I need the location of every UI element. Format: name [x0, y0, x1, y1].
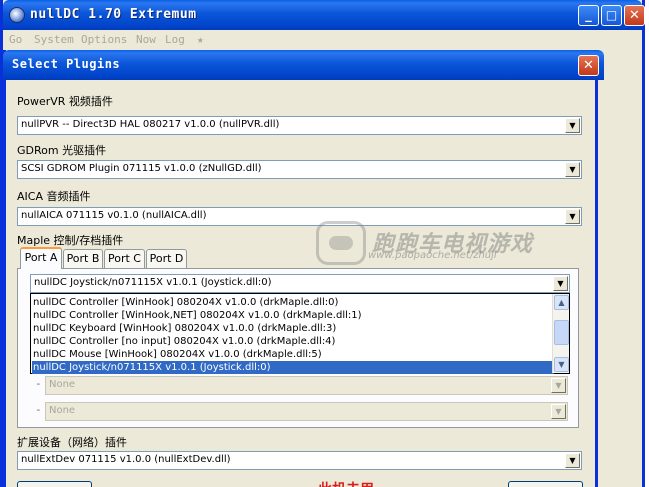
list-item-selected[interactable]: nullDC Joystick/n071115X v1.0.1 (Joystic…	[32, 361, 554, 374]
sub-slot-1-value: None	[49, 379, 76, 390]
close-button[interactable]: ✕	[624, 5, 645, 26]
pvr-select[interactable]: nullPVR -- Direct3D HAL 080217 v1.0.0 (n…	[17, 116, 582, 135]
maple-dropdown-list[interactable]: nullDC Controller [WinHook] 080204X v1.0…	[30, 293, 570, 374]
maple-label: Maple 控制/存档插件	[17, 234, 124, 247]
extdev-select[interactable]: nullExtDev 071115 v1.0.0 (nullExtDev.dll…	[17, 451, 582, 470]
watermark-site-url: www.paopaoche.net/zhuji	[368, 250, 497, 261]
aica-value: nullAICA 071115 v0.1.0 (nullAICA.dll)	[21, 210, 207, 221]
list-item[interactable]: nullDC Controller [WinHook] 080204X v1.0…	[32, 296, 554, 309]
tree-connector: -	[35, 377, 42, 390]
chevron-down-icon[interactable]: ▼	[553, 276, 568, 291]
maximize-button[interactable]: □	[601, 5, 622, 26]
sub-slot-2-value: None	[49, 405, 76, 416]
list-item[interactable]: nullDC Keyboard [WinHook] 080204X v1.0.0…	[32, 322, 554, 335]
tab-port-d[interactable]: Port D	[146, 249, 187, 269]
tab-port-c[interactable]: Port C	[104, 249, 145, 269]
tab-port-b[interactable]: Port B	[63, 249, 103, 269]
app-icon	[9, 7, 25, 23]
tree-connector: -	[35, 403, 42, 416]
chevron-down-icon[interactable]: ▼	[565, 453, 580, 468]
chevron-down-icon[interactable]: ▼	[565, 162, 580, 177]
gdrom-select[interactable]: SCSI GDROM Plugin 071115 v1.0.0 (zNullGD…	[17, 160, 582, 179]
list-item[interactable]: nullDC Controller [no input] 080204X v1.…	[32, 335, 554, 348]
ok-button[interactable]	[17, 481, 92, 487]
dialog-titlebar[interactable]: Select Plugins ✕	[3, 50, 604, 80]
scroll-up-icon[interactable]: ▲	[554, 295, 569, 310]
aica-label: AICA 音频插件	[17, 190, 91, 203]
watermark-logo-icon	[316, 221, 366, 265]
menu-log[interactable]: Log	[165, 33, 185, 46]
tab-port-a[interactable]: Port A	[20, 247, 62, 269]
list-item[interactable]: nullDC Controller [WinHook,NET] 080204X …	[32, 309, 554, 322]
minimize-button[interactable]: _	[578, 5, 599, 26]
dialog-title: Select Plugins	[12, 57, 121, 71]
note-text: 此机未用	[318, 479, 374, 487]
app-title: nullDC 1.70 Extremum	[30, 7, 197, 22]
maple-port-value: nullDC Joystick/n071115X v1.0.1 (Joystic…	[34, 277, 272, 288]
cancel-button[interactable]	[508, 481, 583, 487]
maple-port-select[interactable]: nullDC Joystick/n071115X v1.0.1 (Joystic…	[30, 274, 570, 293]
pvr-value: nullPVR -- Direct3D HAL 080217 v1.0.0 (n…	[21, 119, 280, 130]
list-item[interactable]: nullDC Mouse [WinHook] 080204X v1.0.0 (d…	[32, 348, 554, 361]
app-titlebar[interactable]: nullDC 1.70 Extremum _ □ ✕	[3, 0, 645, 30]
menu-now[interactable]: Now	[136, 33, 156, 46]
gdrom-value: SCSI GDROM Plugin 071115 v1.0.0 (zNullGD…	[21, 163, 262, 174]
menu-bar: Go System Options Now Log ★	[3, 30, 642, 49]
chevron-down-icon[interactable]: ▼	[565, 118, 580, 133]
sub-slot-1-select: None ▼	[45, 376, 568, 395]
scrollbar-thumb[interactable]	[554, 320, 569, 345]
extdev-value: nullExtDev 071115 v1.0.0 (nullExtDev.dll…	[21, 454, 231, 465]
menu-system[interactable]: System	[34, 33, 74, 46]
menu-go[interactable]: Go	[9, 33, 22, 46]
chevron-down-icon: ▼	[551, 378, 566, 393]
pvr-label: PowerVR 视频插件	[17, 95, 113, 108]
chevron-down-icon[interactable]: ▼	[565, 209, 580, 224]
chevron-down-icon: ▼	[551, 404, 566, 419]
dropdown-scrollbar[interactable]: ▲ ▼	[552, 294, 569, 373]
aica-select[interactable]: nullAICA 071115 v0.1.0 (nullAICA.dll) ▼	[17, 207, 582, 226]
sub-slot-2-select: None ▼	[45, 402, 568, 421]
star-icon[interactable]: ★	[197, 33, 204, 46]
gdrom-label: GDRom 光驱插件	[17, 144, 107, 157]
menu-options[interactable]: Options	[81, 33, 127, 46]
dialog-close-button[interactable]: ✕	[578, 55, 599, 76]
scroll-down-icon[interactable]: ▼	[554, 357, 569, 372]
extdev-label: 扩展设备（网络）插件	[17, 436, 127, 449]
